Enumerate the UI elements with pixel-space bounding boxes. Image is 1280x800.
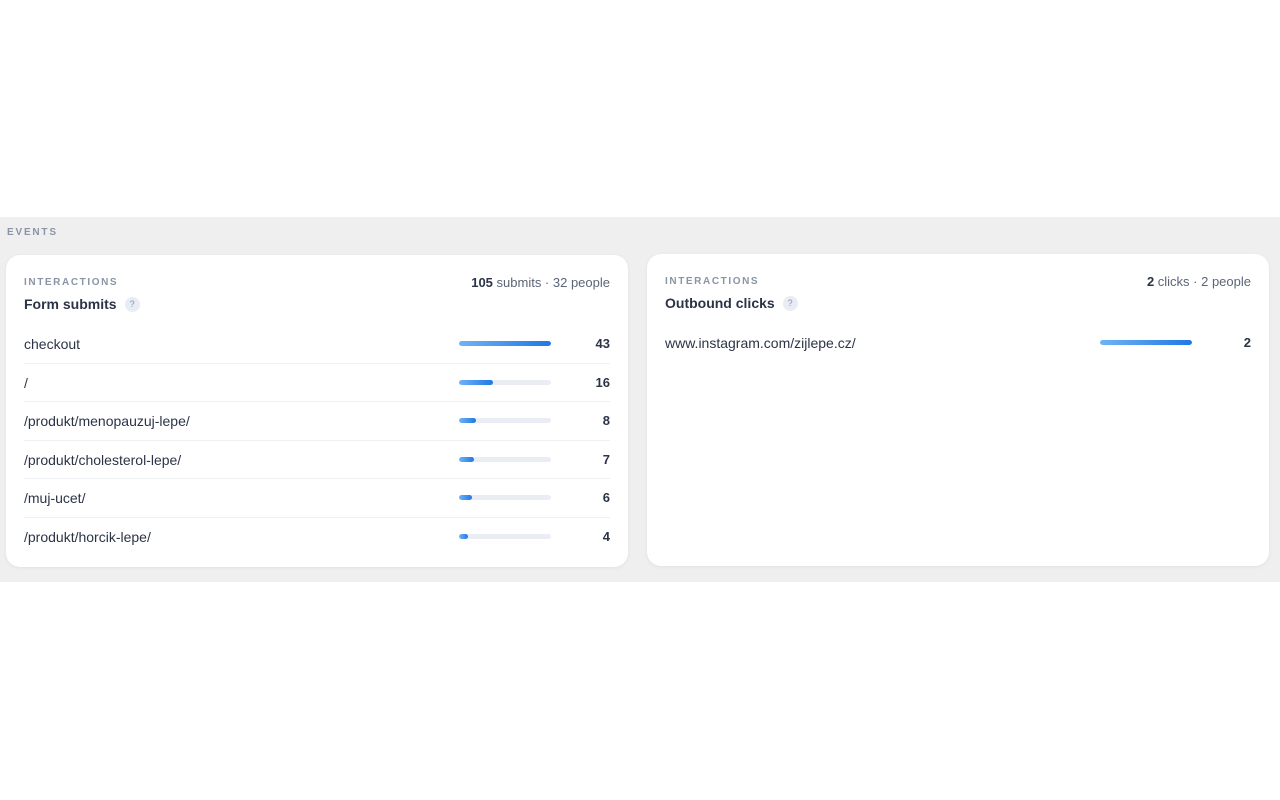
- list-item[interactable]: /produkt/cholesterol-lepe/ 7: [24, 441, 610, 479]
- row-label: www.instagram.com/zijlepe.cz/: [665, 335, 856, 351]
- row-value: 8: [602, 413, 610, 428]
- bar-fill: [459, 495, 472, 500]
- card-kicker: INTERACTIONS: [24, 277, 119, 288]
- list-item[interactable]: /produkt/horcik-lepe/ 4: [24, 518, 610, 556]
- bar-fill: [459, 533, 468, 539]
- bar-track: [459, 341, 551, 346]
- row-value: 43: [595, 336, 610, 351]
- row-label: /produkt/menopauzuj-lepe/: [24, 413, 190, 429]
- bar-track: [459, 495, 551, 500]
- summary-stats: 2 clicks · 2 people: [1147, 274, 1251, 289]
- row-label: /muj-ucet/: [24, 490, 86, 506]
- bar-fill: [1100, 340, 1192, 345]
- help-icon[interactable]: ?: [782, 295, 798, 311]
- bar-track: [459, 379, 551, 385]
- card-title: Outbound clicks ?: [665, 295, 798, 311]
- list-item[interactable]: checkout 43: [24, 325, 610, 364]
- row-label: checkout: [24, 336, 81, 352]
- row-value: 2: [1243, 335, 1251, 350]
- row-label: /produkt/cholesterol-lepe/: [24, 451, 182, 468]
- help-icon[interactable]: ?: [124, 296, 140, 312]
- bar-fill: [459, 379, 494, 385]
- section-label: EVENTS: [7, 227, 58, 238]
- card-title-text: Form submits: [24, 296, 117, 312]
- row-value: 7: [602, 451, 610, 467]
- summary-text: submits · 32 people: [492, 275, 610, 290]
- events-section: EVENTS INTERACTIONS Form submits ? 105 s…: [0, 217, 1280, 582]
- form-submits-card: INTERACTIONS Form submits ? 105 submits …: [6, 255, 628, 567]
- summary-text: clicks · 2 people: [1154, 274, 1251, 289]
- list-item[interactable]: / 16: [24, 364, 610, 402]
- bar-track: [459, 418, 551, 423]
- card-title: Form submits ?: [24, 296, 140, 312]
- row-label: /produkt/horcik-lepe/: [24, 528, 151, 545]
- bar-track: [459, 456, 551, 462]
- bar-fill: [459, 456, 474, 462]
- bar-fill: [459, 418, 477, 423]
- outbound-clicks-card: INTERACTIONS Outbound clicks ? 2 clicks …: [647, 254, 1269, 566]
- list-item[interactable]: /produkt/menopauzuj-lepe/ 8: [24, 402, 610, 441]
- row-value: 6: [602, 490, 610, 505]
- summary-stats: 105 submits · 32 people: [471, 275, 610, 290]
- bar-track: [459, 533, 551, 539]
- event-list: www.instagram.com/zijlepe.cz/ 2: [665, 324, 1251, 362]
- list-item[interactable]: /muj-ucet/ 6: [24, 479, 610, 518]
- summary-count: 105: [471, 275, 493, 290]
- event-list: checkout 43 / 16 /produkt/menopauzuj-lep…: [24, 325, 610, 555]
- bar-fill: [459, 341, 551, 346]
- card-kicker: INTERACTIONS: [665, 276, 760, 287]
- list-item[interactable]: www.instagram.com/zijlepe.cz/ 2: [665, 324, 1251, 362]
- row-value: 16: [595, 374, 610, 390]
- row-label: /: [24, 374, 28, 391]
- row-value: 4: [602, 528, 610, 544]
- bar-track: [1100, 340, 1192, 345]
- card-title-text: Outbound clicks: [665, 295, 775, 311]
